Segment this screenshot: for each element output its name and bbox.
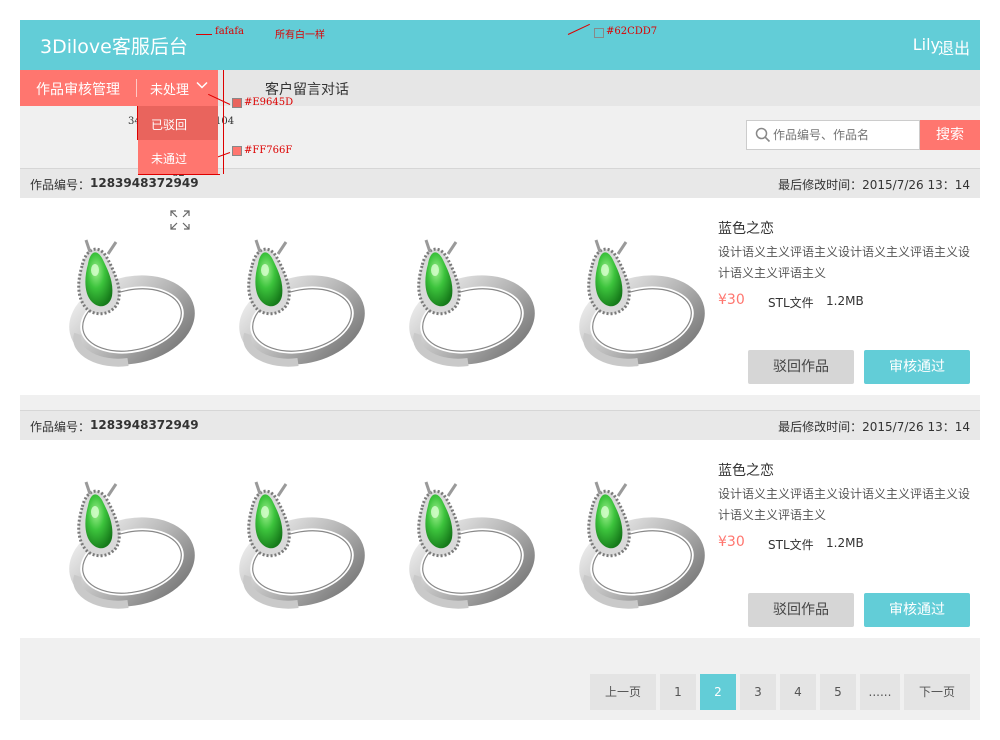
pagination: 上一页 1 2 3 4 5 ...... 下一页 <box>20 638 980 720</box>
page-button[interactable]: 4 <box>780 674 816 710</box>
app-window: 3Dilove客服后台 Lily 退出 作品审核管理 未处理 客户留言对话 搜索… <box>20 20 980 720</box>
annotation-line <box>196 34 212 35</box>
item-header: 作品编号： 1283948372949 最后修改时间：2015/7/26 13：… <box>20 410 980 440</box>
approve-button[interactable]: 审核通过 <box>864 593 970 627</box>
item-card: 蓝色之恋 设计语义主义评语主义设计语义主义评语主义设计语义主义评语主义 ¥30 … <box>20 198 980 395</box>
product-description: 设计语义主义评语主义设计语义主义评语主义设计语义主义评语主义 <box>718 487 971 522</box>
product-description: 设计语义主义评语主义设计语义主义评语主义设计语义主义评语主义 <box>718 245 971 280</box>
product-price: ¥30 <box>718 292 745 308</box>
annotation-dropdown-first-color: #E9645D <box>244 97 294 108</box>
reject-button[interactable]: 驳回作品 <box>748 350 854 384</box>
user-name[interactable]: Lily <box>913 35 940 54</box>
annotation-dropdown-second-color: #FF766F <box>244 145 293 156</box>
annotation-same-white: 所有白一样 <box>275 30 325 41</box>
annotation-swatch <box>232 98 242 108</box>
ring-image[interactable] <box>560 464 710 614</box>
nav-divider <box>136 79 137 97</box>
chevron-down-icon[interactable] <box>196 79 208 91</box>
ring-image[interactable] <box>50 222 200 372</box>
ring-image[interactable] <box>390 222 540 372</box>
item-modified-time: 最后修改时间：2015/7/26 13：14 <box>778 178 970 192</box>
annotation-bg-color: fafafa <box>215 26 244 37</box>
page-button[interactable]: 3 <box>740 674 776 710</box>
item-modified-time: 最后修改时间：2015/7/26 13：14 <box>778 420 970 434</box>
search-icon <box>755 127 771 143</box>
product-size: 1.2MB <box>826 294 864 308</box>
reject-button[interactable]: 驳回作品 <box>748 593 854 627</box>
prev-page-button[interactable]: 上一页 <box>590 674 656 710</box>
page-button-current[interactable]: 2 <box>700 674 736 710</box>
annotation-swatch <box>594 28 604 38</box>
dropdown-item-failed[interactable]: 未通过 <box>138 140 218 174</box>
item-card: 蓝色之恋 设计语义主义评语主义设计语义主义评语主义设计语义主义评语主义 ¥30 … <box>20 440 980 638</box>
search-input[interactable] <box>773 125 917 145</box>
brand-title: 3Dilove客服后台 <box>40 36 188 58</box>
status-select[interactable]: 未处理 <box>150 79 189 98</box>
product-format: STL文件 <box>768 538 814 552</box>
annotation-header-color: #62CDD7 <box>606 26 658 37</box>
product-format: STL文件 <box>768 296 814 310</box>
search-button[interactable]: 搜索 <box>920 120 980 150</box>
annotation-line <box>138 174 220 175</box>
nav-bar: 作品审核管理 未处理 客户留言对话 <box>20 70 980 106</box>
item-id: 1283948372949 <box>90 418 199 432</box>
logout-link[interactable]: 退出 <box>938 35 970 59</box>
ring-image[interactable] <box>390 464 540 614</box>
expand-icon[interactable] <box>170 210 190 230</box>
page-button[interactable]: 1 <box>660 674 696 710</box>
page-button[interactable]: 5 <box>820 674 856 710</box>
annotation-swatch <box>232 146 242 156</box>
ring-image[interactable] <box>560 222 710 372</box>
ring-image[interactable] <box>220 464 370 614</box>
nav-title[interactable]: 作品审核管理 <box>36 79 120 99</box>
item-id-label: 作品编号： <box>30 420 91 434</box>
ring-image[interactable] <box>50 464 200 614</box>
product-size: 1.2MB <box>826 536 864 550</box>
product-name: 蓝色之恋 <box>718 221 774 237</box>
annotation-line <box>223 70 224 174</box>
status-dropdown: 已驳回 未通过 <box>138 106 218 174</box>
product-name: 蓝色之恋 <box>718 463 774 479</box>
dropdown-item-rejected[interactable]: 已驳回 <box>138 106 218 140</box>
search-box <box>746 120 920 150</box>
ring-image[interactable] <box>220 222 370 372</box>
next-page-button[interactable]: 下一页 <box>904 674 970 710</box>
page-ellipsis: ...... <box>860 674 900 710</box>
approve-button[interactable]: 审核通过 <box>864 350 970 384</box>
product-price: ¥30 <box>718 534 745 550</box>
header-bar: 3Dilove客服后台 Lily 退出 <box>20 20 980 70</box>
nav-chat-link[interactable]: 客户留言对话 <box>265 79 349 99</box>
nav-active-section: 作品审核管理 未处理 <box>20 70 218 106</box>
item-id-label: 作品编号： <box>30 178 91 192</box>
